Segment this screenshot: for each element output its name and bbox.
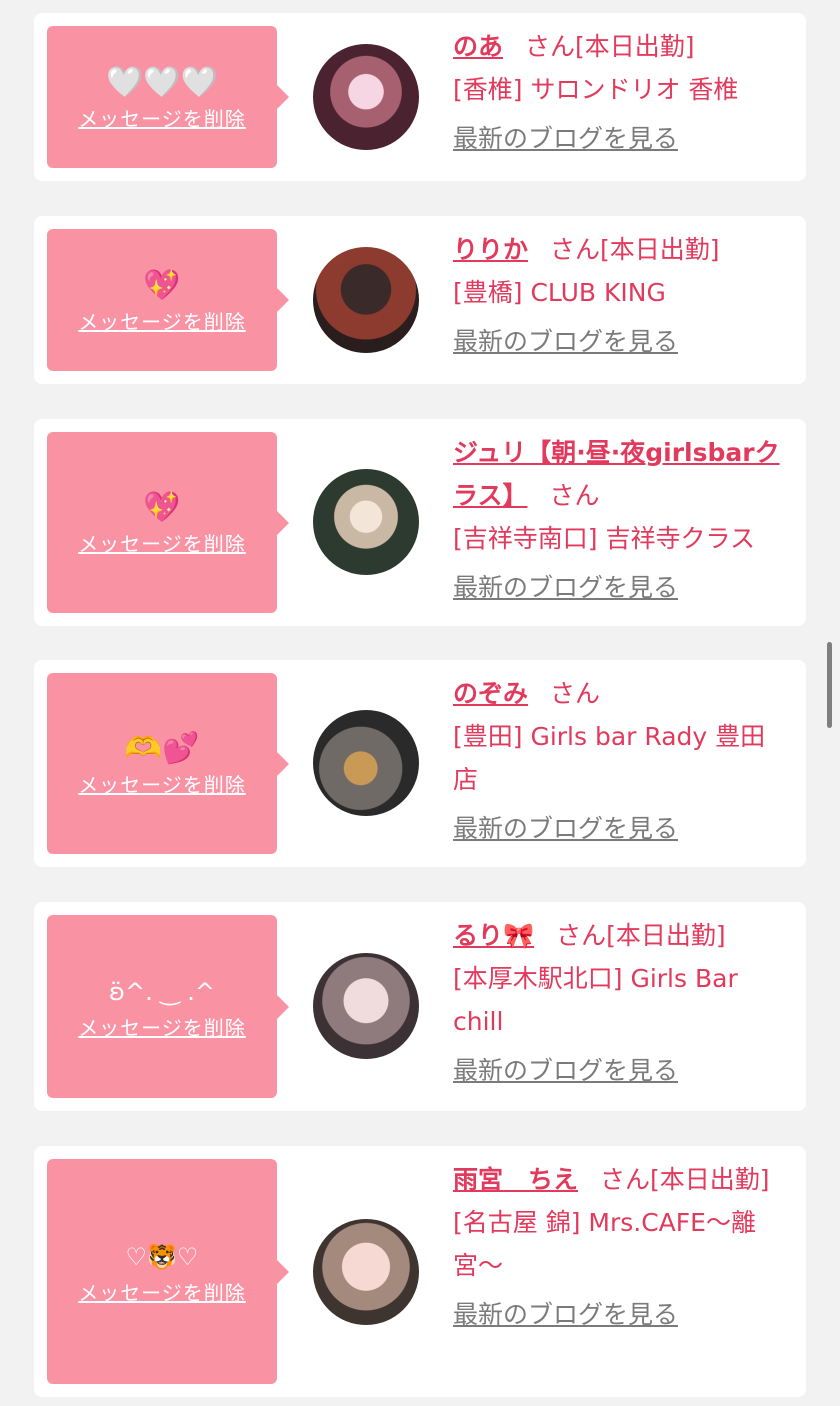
message-card: 🤍🤍🤍 メッセージを削除 のあ さん[本日出勤] [香椎] サロンドリオ 香椎 最… <box>34 13 806 181</box>
san-label: さん <box>550 235 601 264</box>
san-label: さん <box>549 481 600 510</box>
shop-name: [名古屋 錦] Mrs.CAFE〜離宮〜 <box>453 1208 756 1280</box>
avatar[interactable] <box>313 1219 419 1325</box>
status-badge: [本日出勤] <box>600 235 720 264</box>
girl-name-link[interactable]: のあ <box>453 32 503 61</box>
girl-name-link[interactable]: るり🎀 <box>453 921 534 950</box>
latest-blog-link[interactable]: 最新のブログを見る <box>453 1293 787 1336</box>
message-emoji: 🤍🤍🤍 <box>105 64 219 100</box>
message-card: ♡🐯♡ メッセージを削除 雨宮 ちえ さん[本日出勤] [名古屋 錦] Mrs.C… <box>34 1146 806 1397</box>
status-badge: [本日出勤] <box>575 32 695 61</box>
message-emoji: ♡🐯♡ <box>125 1243 199 1271</box>
shop-name: [豊田] Girls bar Rady 豊田店 <box>453 722 766 794</box>
profile-info: るり🎀 さん[本日出勤] [本厚木駅北口] Girls Bar chill 最新の… <box>453 914 787 1092</box>
girl-name-link[interactable]: ジュリ【朝·昼·夜girlsbarクラス】 <box>453 438 780 510</box>
avatar[interactable] <box>313 953 419 1059</box>
status-badge: [本日出勤] <box>606 921 726 950</box>
message-card: 🫶💕 メッセージを削除 のぞみ さん [豊田] Girls bar Rady 豊田… <box>34 660 806 867</box>
delete-message-link[interactable]: メッセージを削除 <box>78 528 246 557</box>
delete-message-link[interactable]: メッセージを削除 <box>78 1277 246 1306</box>
message-bubble: 💖 メッセージを削除 <box>47 432 289 613</box>
avatar[interactable] <box>313 247 419 353</box>
message-emoji: ʚ̈^. ‿ .^ <box>109 978 215 1006</box>
message-bubble: 🫶💕 メッセージを削除 <box>47 673 289 854</box>
message-bubble: 🤍🤍🤍 メッセージを削除 <box>47 26 289 168</box>
shop-name: [豊橋] CLUB KING <box>453 278 666 307</box>
avatar[interactable] <box>313 710 419 816</box>
profile-info: のあ さん[本日出勤] [香椎] サロンドリオ 香椎 最新のブログを見る <box>453 25 787 160</box>
message-card: ʚ̈^. ‿ .^ メッセージを削除 るり🎀 さん[本日出勤] [本厚木駅北口] … <box>34 902 806 1111</box>
profile-info: りりか さん[本日出勤] [豊橋] CLUB KING 最新のブログを見る <box>453 228 787 363</box>
message-emoji: 💖 <box>143 267 181 303</box>
shop-name: [本厚木駅北口] Girls Bar chill <box>453 964 738 1036</box>
message-card: 💖 メッセージを削除 りりか さん[本日出勤] [豊橋] CLUB KING 最新… <box>34 216 806 384</box>
delete-message-link[interactable]: メッセージを削除 <box>78 103 246 132</box>
message-bubble: 💖 メッセージを削除 <box>47 229 289 371</box>
san-label: さん <box>525 32 576 61</box>
profile-info: ジュリ【朝·昼·夜girlsbarクラス】 さん [吉祥寺南口] 吉祥寺クラス 最… <box>453 431 787 609</box>
message-card: 💖 メッセージを削除 ジュリ【朝·昼·夜girlsbarクラス】 さん [吉祥寺南… <box>34 419 806 626</box>
message-emoji: 💖 <box>143 490 181 525</box>
latest-blog-link[interactable]: 最新のブログを見る <box>453 566 787 609</box>
message-bubble: ʚ̈^. ‿ .^ メッセージを削除 <box>47 915 289 1098</box>
delete-message-link[interactable]: メッセージを削除 <box>78 306 246 335</box>
avatar[interactable] <box>313 469 419 575</box>
profile-info: 雨宮 ちえ さん[本日出勤] [名古屋 錦] Mrs.CAFE〜離宮〜 最新のブロ… <box>453 1158 787 1336</box>
scrollbar[interactable] <box>827 642 832 728</box>
delete-message-link[interactable]: メッセージを削除 <box>78 1012 246 1041</box>
avatar[interactable] <box>313 44 419 150</box>
message-emoji: 🫶💕 <box>124 731 200 766</box>
shop-name: [香椎] サロンドリオ 香椎 <box>453 75 739 104</box>
delete-message-link[interactable]: メッセージを削除 <box>78 769 246 798</box>
latest-blog-link[interactable]: 最新のブログを見る <box>453 1049 787 1092</box>
girl-name-link[interactable]: のぞみ <box>453 679 528 708</box>
san-label: さん <box>550 679 601 708</box>
san-label: さん <box>556 921 607 950</box>
message-bubble: ♡🐯♡ メッセージを削除 <box>47 1159 289 1384</box>
girl-name-link[interactable]: りりか <box>453 235 528 264</box>
profile-info: のぞみ さん [豊田] Girls bar Rady 豊田店 最新のブログを見る <box>453 672 787 850</box>
latest-blog-link[interactable]: 最新のブログを見る <box>453 117 787 160</box>
latest-blog-link[interactable]: 最新のブログを見る <box>453 320 787 363</box>
girl-name-link[interactable]: 雨宮 ちえ <box>453 1165 578 1194</box>
status-badge: [本日出勤] <box>650 1165 770 1194</box>
san-label: さん <box>600 1165 651 1194</box>
latest-blog-link[interactable]: 最新のブログを見る <box>453 807 787 850</box>
shop-name: [吉祥寺南口] 吉祥寺クラス <box>453 524 755 553</box>
